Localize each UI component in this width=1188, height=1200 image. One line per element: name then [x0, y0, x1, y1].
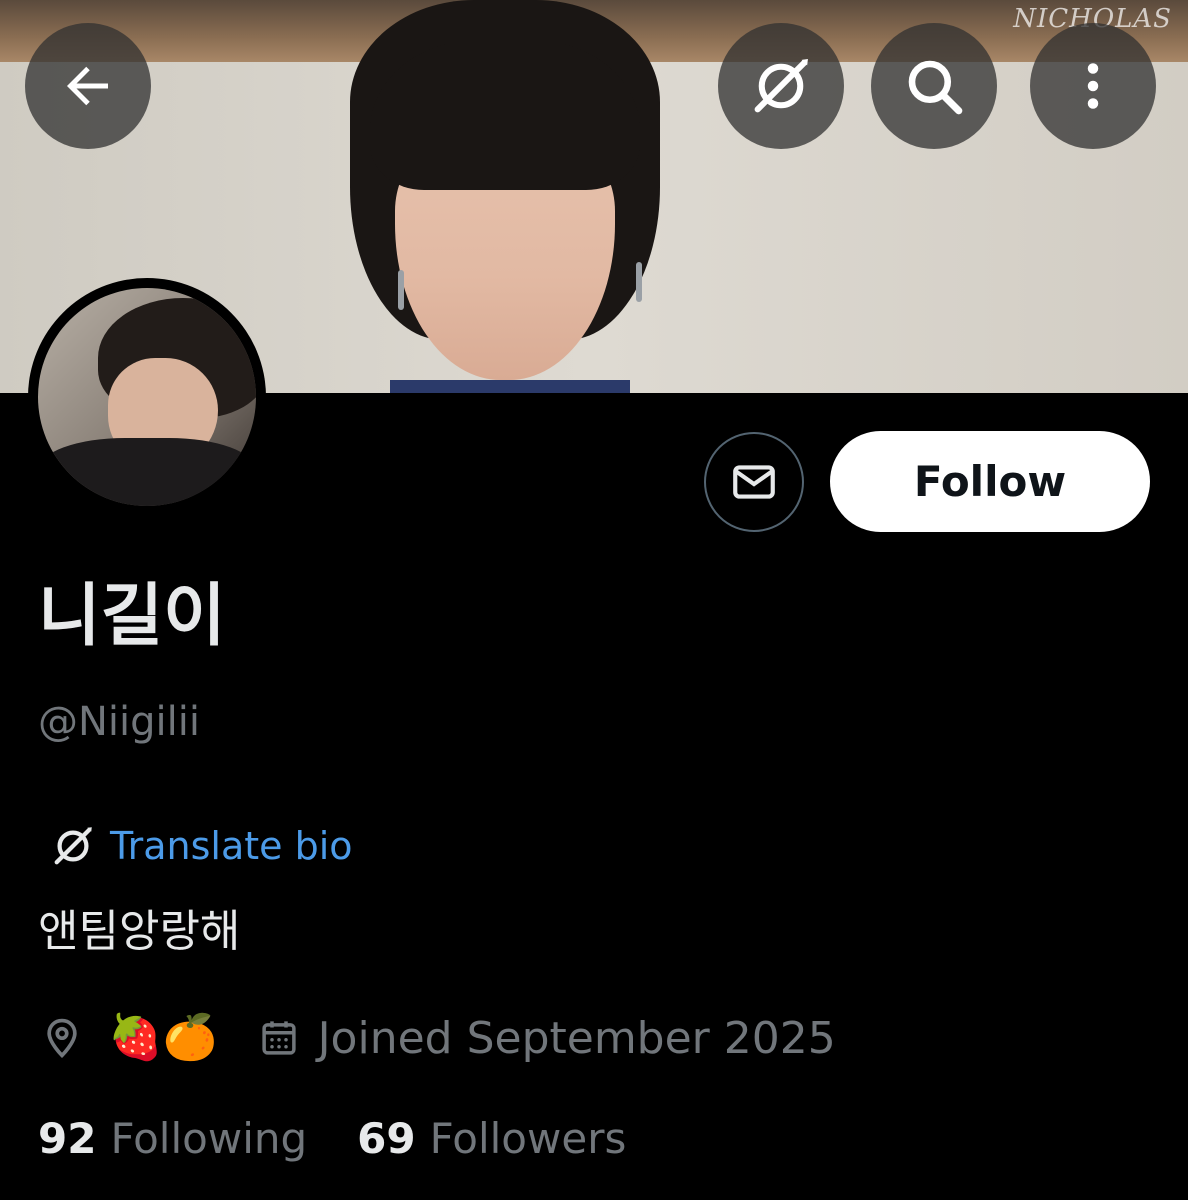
following-label: Following — [110, 1113, 308, 1163]
banner-earring-right — [636, 262, 642, 302]
avatar-body — [38, 438, 256, 506]
banner-fringe — [370, 40, 640, 190]
location-text: 🍓🍊 — [108, 1012, 218, 1063]
avatar-image — [38, 288, 256, 506]
location-pin-icon — [47, 1018, 77, 1059]
profile-page: NICHOLAS Follow 니길이 @Niigilii Translate … — [0, 0, 1188, 1200]
more-vertical-icon — [1087, 63, 1099, 109]
banner-earring-left — [398, 270, 404, 310]
banner-photo-subject — [350, 0, 660, 393]
following-link[interactable]: 92 Following — [38, 1114, 307, 1163]
more-button[interactable] — [1030, 23, 1156, 149]
translate-bio-link[interactable]: Translate bio — [50, 820, 353, 872]
following-count: 92 — [38, 1113, 97, 1163]
banner-shirt — [390, 380, 630, 393]
search-icon — [908, 60, 963, 115]
translate-button[interactable] — [718, 23, 844, 149]
search-button[interactable] — [871, 23, 997, 149]
followers-label: Followers — [429, 1113, 627, 1163]
translate-bio-label: Translate bio — [110, 824, 353, 868]
followers-count: 69 — [357, 1113, 416, 1163]
calendar-icon — [261, 1021, 296, 1055]
profile-avatar[interactable] — [28, 278, 266, 516]
joined-label: Joined September 2025 — [317, 1012, 836, 1064]
arrow-left-icon — [67, 66, 108, 106]
profile-bio: 앤팀앙랑해 — [38, 906, 241, 957]
display-name: 니길이 — [38, 577, 226, 656]
translate-icon — [54, 827, 92, 865]
profile-meta: 🍓🍊 Joined September 2025 — [40, 1008, 836, 1068]
back-button[interactable] — [25, 23, 151, 149]
message-button[interactable] — [704, 432, 804, 532]
translate-icon — [754, 59, 808, 113]
mail-icon — [733, 465, 775, 499]
joined-date: Joined September 2025 — [258, 1013, 836, 1064]
user-handle: @Niigilii — [38, 699, 200, 745]
follow-button[interactable]: Follow — [830, 431, 1150, 532]
followers-link[interactable]: 69 Followers — [357, 1114, 626, 1163]
follow-stats: 92 Following 69 Followers — [38, 1108, 626, 1168]
